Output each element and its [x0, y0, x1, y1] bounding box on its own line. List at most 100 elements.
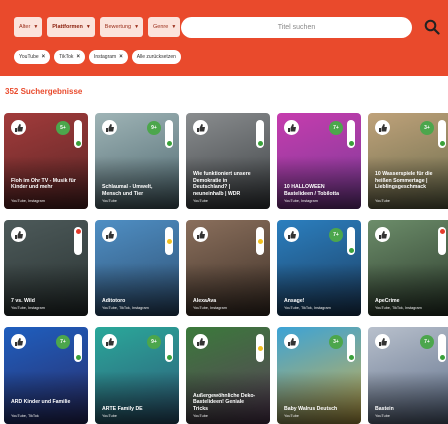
chip-label: TikTok — [59, 54, 74, 60]
traffic-light-rating — [165, 120, 173, 148]
rating-dot — [75, 355, 81, 360]
result-card[interactable]: 7+ Bastein YouTube — [368, 327, 448, 424]
card-platforms: YouTube — [102, 199, 117, 203]
active-filter-chips: YouTube × TikTok × Instagram × Alle zurücks… — [14, 50, 181, 64]
card-title: Schlaumal - Umwelt, Mensch und Tier — [102, 184, 153, 197]
thumbs-rating-icon — [375, 227, 390, 242]
filter-dropdowns: Alter ▼ Plattformen ▼ Bewertung ▼ Genre ▼ — [14, 17, 181, 37]
card-platforms: YouTube, Instagram — [11, 199, 45, 203]
thumbs-rating-icon — [193, 120, 208, 135]
search-button[interactable] — [422, 17, 442, 37]
rating-dot — [166, 355, 172, 360]
age-badge: 9+ — [147, 121, 161, 135]
rating-dot — [257, 345, 263, 351]
result-card[interactable]: 7 vs. Wild YouTube, Instagram — [4, 220, 88, 316]
age-badge: 3+ — [329, 335, 343, 349]
card-title: AlexaAva — [193, 297, 217, 304]
result-card[interactable]: Wie funktioniert unsere Demokratie in De… — [186, 113, 270, 209]
thumbs-rating-icon — [193, 334, 208, 349]
age-badge: 3+ — [420, 121, 434, 135]
result-card[interactable]: ApeCrime YouTube, TikTok, Instagram — [368, 220, 448, 316]
result-card[interactable]: 7+ ARD Kinder und Familie YouTube, TikTok — [4, 327, 88, 424]
header-bar: Alter ▼ Plattformen ▼ Bewertung ▼ Genre ▼ Ti… — [0, 0, 448, 76]
filter-age-dropdown[interactable]: Alter ▼ — [14, 17, 43, 37]
card-platforms: YouTube — [193, 414, 208, 418]
card-title: Baby Walrus Deutsch — [284, 405, 338, 412]
rating-dot — [348, 355, 354, 360]
card-title: 7 vs. Wild — [11, 297, 35, 304]
result-card[interactable]: 5+ Floh im Ohr TV - Musik für Kinder und … — [4, 113, 88, 209]
rating-dot — [166, 238, 172, 244]
rating-dot — [75, 141, 81, 146]
traffic-light-rating — [256, 120, 264, 148]
filter-rating-label: Bewertung — [104, 24, 132, 30]
card-platforms: YouTube, TikTok, Instagram — [375, 306, 422, 310]
thumbs-rating-icon — [284, 120, 299, 135]
traffic-light-rating — [347, 334, 355, 362]
card-platforms: YouTube, TikTok — [11, 414, 39, 418]
search-placeholder: Titel suchen — [277, 24, 316, 31]
rating-dot — [257, 238, 263, 244]
age-badge: 7+ — [329, 228, 343, 242]
traffic-light-rating — [165, 227, 173, 255]
card-platforms: YouTube — [102, 414, 117, 418]
rating-dot — [348, 141, 354, 146]
rating-dot — [439, 229, 445, 234]
chip-label: Instagram — [93, 54, 117, 60]
traffic-light-rating — [438, 227, 446, 255]
traffic-light-rating — [256, 334, 264, 362]
result-card[interactable]: 7+ 10 HALLOWEEN Bastelideen / Tobilotta Yo… — [277, 113, 361, 209]
rating-dot — [439, 141, 445, 146]
reset-filters-button[interactable]: Alle zurücksetzen — [131, 50, 181, 64]
close-icon[interactable]: × — [42, 54, 46, 60]
search-input[interactable]: Titel suchen — [181, 17, 412, 38]
card-platforms: YouTube — [284, 414, 299, 418]
rating-dot — [257, 141, 263, 146]
age-badge: 7+ — [329, 121, 343, 135]
filter-rating-dropdown[interactable]: Bewertung ▼ — [99, 17, 144, 37]
thumbs-rating-icon — [11, 120, 26, 135]
traffic-light-rating — [438, 334, 446, 362]
filter-genre-dropdown[interactable]: Genre ▼ — [148, 17, 181, 37]
result-card[interactable]: 7+ Ansage! YouTube, TikTok, Instagram — [277, 220, 361, 316]
card-platforms: YouTube, TikTok, Instagram — [102, 306, 149, 310]
result-card[interactable]: AlexaAva YouTube, Instagram — [186, 220, 270, 316]
age-badge: 7+ — [420, 335, 434, 349]
chip-tiktok[interactable]: TikTok × — [54, 50, 85, 64]
traffic-light-rating — [347, 120, 355, 148]
age-badge: 9+ — [147, 335, 161, 349]
result-card[interactable]: 9+ Schlaumal - Umwelt, Mensch und Tier You… — [95, 113, 179, 209]
thumbs-rating-icon — [375, 120, 390, 135]
result-card[interactable]: 3+ Baby Walrus Deutsch YouTube — [277, 327, 361, 424]
chip-youtube[interactable]: YouTube × — [14, 50, 51, 64]
age-badge: 7+ — [56, 335, 70, 349]
thumbs-rating-icon — [193, 227, 208, 242]
result-card[interactable]: Aditotoro YouTube, TikTok, Instagram — [95, 220, 179, 316]
result-card[interactable]: 3+ 10 Wasserspiele für die heißen Sommert… — [368, 113, 448, 209]
card-title: Bastein — [375, 405, 394, 412]
traffic-light-rating — [74, 334, 82, 362]
thumbs-rating-icon — [284, 334, 299, 349]
card-title: Außergewöhnliche Deko-Bastelideen! Genia… — [193, 392, 256, 412]
close-icon[interactable]: × — [119, 54, 123, 60]
filter-platform-dropdown[interactable]: Plattformen ▼ — [47, 17, 95, 37]
search-icon — [424, 19, 440, 35]
card-platforms: YouTube, Instagram — [284, 199, 318, 203]
card-platforms: YouTube, Instagram — [193, 306, 227, 310]
result-card[interactable]: 9+ ARTE Family DE YouTube — [95, 327, 179, 424]
traffic-light-rating — [74, 227, 82, 255]
rating-dot — [166, 141, 172, 146]
card-title: Floh im Ohr TV - Musik für Kinder und me… — [11, 177, 76, 191]
card-platforms: YouTube — [193, 199, 208, 203]
card-title: ARD Kinder und Familie — [11, 399, 71, 405]
card-title: 10 HALLOWEEN Bastelideen / Tobilotta — [284, 184, 339, 197]
chip-instagram[interactable]: Instagram × — [88, 50, 128, 64]
thumbs-rating-icon — [11, 227, 26, 242]
rating-dot — [439, 355, 445, 360]
result-card[interactable]: Außergewöhnliche Deko-Bastelideen! Genia… — [186, 327, 270, 424]
rating-dot — [75, 229, 81, 234]
close-icon[interactable]: × — [76, 54, 80, 60]
filter-age-label: Alter — [19, 24, 31, 30]
thumbs-rating-icon — [102, 227, 117, 242]
traffic-light-rating — [256, 227, 264, 255]
